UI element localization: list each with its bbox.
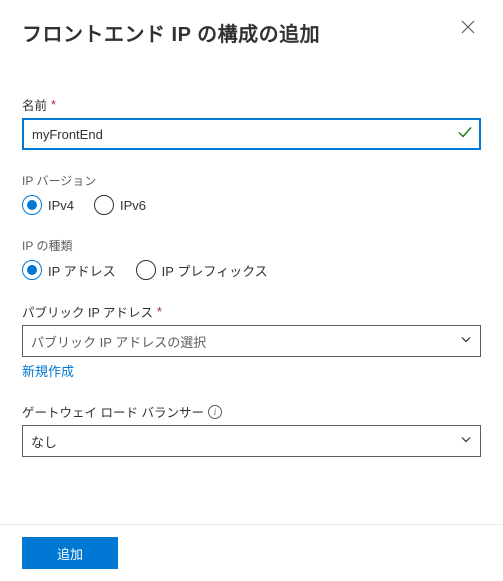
ip-version-label: IP バージョン [22, 172, 481, 189]
panel-footer: 追加 [0, 524, 503, 581]
ip-type-prefix-radio[interactable]: IP プレフィックス [136, 260, 268, 280]
gateway-lb-label-text: ゲートウェイ ロード バランサー [22, 402, 204, 421]
public-ip-placeholder: パブリック IP アドレスの選択 [31, 332, 206, 351]
radio-icon [22, 260, 42, 280]
add-button[interactable]: 追加 [22, 537, 118, 569]
public-ip-label-text: パブリック IP アドレス [22, 302, 153, 321]
required-indicator: * [51, 98, 56, 112]
close-button[interactable] [455, 18, 481, 40]
ipv6-label: IPv6 [120, 198, 146, 213]
name-input[interactable] [22, 118, 481, 150]
radio-icon [136, 260, 156, 280]
public-ip-field: パブリック IP アドレス * パブリック IP アドレスの選択 新規作成 [22, 302, 481, 380]
ip-type-field: IP の種類 IP アドレス IP プレフィックス [22, 237, 481, 280]
radio-icon [94, 195, 114, 215]
panel-header: フロントエンド IP の構成の追加 [22, 18, 481, 47]
gateway-lb-value: なし [31, 432, 57, 451]
public-ip-label: パブリック IP アドレス * [22, 302, 481, 321]
public-ip-select[interactable]: パブリック IP アドレスの選択 [22, 325, 481, 357]
name-input-wrap [22, 118, 481, 150]
ip-type-label: IP の種類 [22, 237, 481, 254]
check-icon [457, 125, 473, 144]
name-field: 名前 * [22, 95, 481, 150]
panel-title: フロントエンド IP の構成の追加 [22, 18, 320, 47]
chevron-down-icon [460, 434, 472, 449]
close-icon [461, 20, 475, 34]
ip-version-radio-group: IPv4 IPv6 [22, 195, 481, 215]
name-label: 名前 * [22, 95, 481, 114]
ip-version-ipv6-radio[interactable]: IPv6 [94, 195, 146, 215]
info-icon[interactable]: i [208, 405, 222, 419]
ip-prefix-label: IP プレフィックス [162, 261, 268, 280]
ip-version-field: IP バージョン IPv4 IPv6 [22, 172, 481, 215]
radio-icon [22, 195, 42, 215]
ip-type-radio-group: IP アドレス IP プレフィックス [22, 260, 481, 280]
ip-address-label: IP アドレス [48, 261, 116, 280]
chevron-down-icon [460, 334, 472, 349]
create-new-link[interactable]: 新規作成 [22, 361, 74, 380]
gateway-lb-field: ゲートウェイ ロード バランサー i なし [22, 402, 481, 457]
ip-type-address-radio[interactable]: IP アドレス [22, 260, 116, 280]
ip-version-ipv4-radio[interactable]: IPv4 [22, 195, 74, 215]
name-label-text: 名前 [22, 95, 47, 114]
ipv4-label: IPv4 [48, 198, 74, 213]
gateway-lb-select[interactable]: なし [22, 425, 481, 457]
required-indicator: * [157, 305, 162, 319]
gateway-lb-label: ゲートウェイ ロード バランサー i [22, 402, 481, 421]
